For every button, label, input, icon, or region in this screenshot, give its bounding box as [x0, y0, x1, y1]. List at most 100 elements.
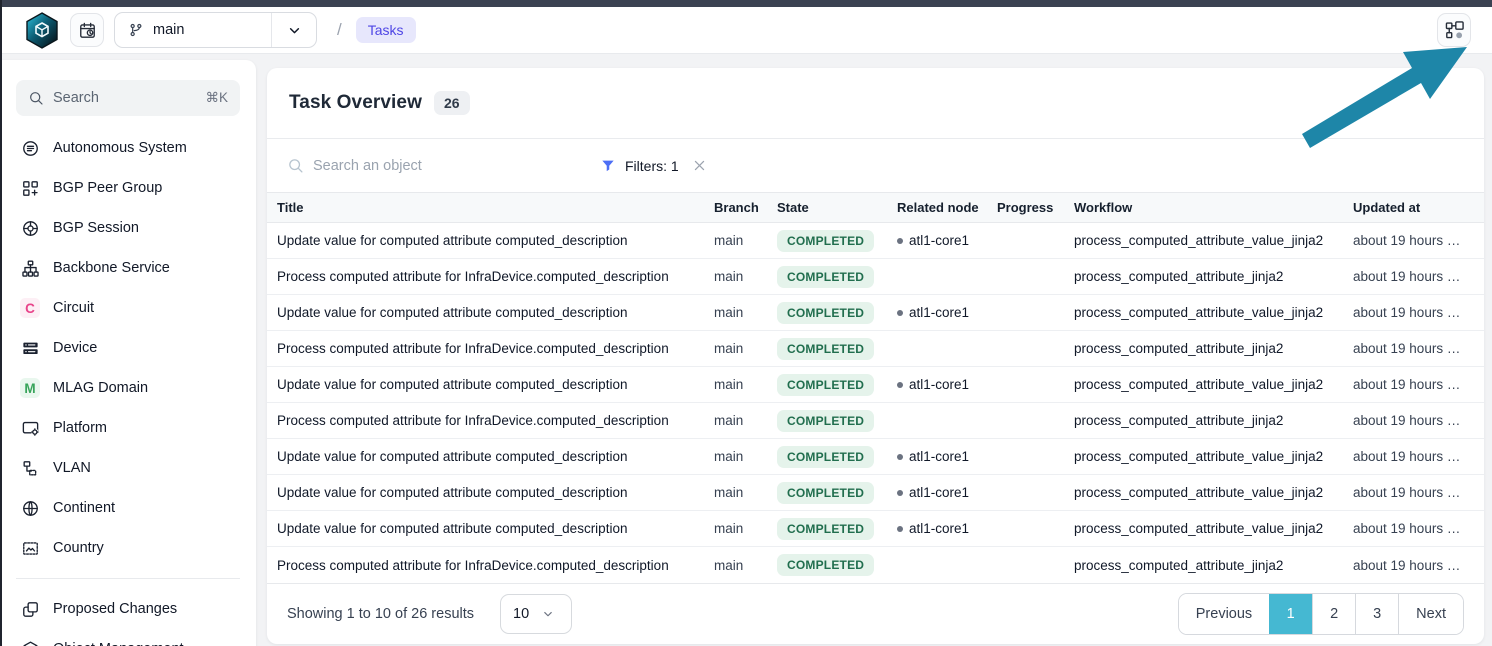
updated-at-cell: about 19 hours ago [1353, 449, 1474, 464]
sidebar-item-country[interactable]: Country [0, 528, 256, 568]
state-cell: COMPLETED [777, 482, 897, 504]
app-logo-icon[interactable] [24, 11, 60, 49]
vlan-icon [20, 458, 40, 478]
sidebar-item-object-management[interactable]: Object Management [0, 629, 256, 646]
column-header-progress: Progress [997, 200, 1074, 215]
page-button-1[interactable]: 1 [1269, 594, 1312, 634]
page-size-select[interactable]: 10 [500, 594, 572, 634]
branch-selector[interactable]: main [114, 12, 317, 48]
country-icon [20, 538, 40, 558]
state-cell: COMPLETED [777, 446, 897, 468]
state-badge: COMPLETED [777, 518, 874, 540]
table-row[interactable]: Process computed attribute for InfraDevi… [267, 331, 1484, 367]
state-cell: COMPLETED [777, 374, 897, 396]
related-node-cell: atl1-core1 [897, 521, 997, 536]
filters-count-label[interactable]: Filters: 1 [625, 158, 679, 174]
workflow-cell: process_computed_attribute_jinja2 [1074, 413, 1353, 428]
branch-cell: main [714, 413, 777, 428]
breadcrumb-tasks-link[interactable]: Tasks [356, 17, 416, 43]
sidebar-item-proposed-changes[interactable]: Proposed Changes [0, 589, 256, 629]
branch-cell: main [714, 449, 777, 464]
table-row[interactable]: Process computed attribute for InfraDevi… [267, 259, 1484, 295]
state-cell: COMPLETED [777, 338, 897, 360]
workflow-cell: process_computed_attribute_value_jinja2 [1074, 449, 1353, 464]
sidebar-item-continent[interactable]: Continent [0, 488, 256, 528]
time-travel-calendar-button[interactable] [70, 13, 104, 47]
branch-cell: main [714, 558, 777, 573]
table-row[interactable]: Update value for computed attribute comp… [267, 439, 1484, 475]
search-icon [287, 157, 304, 174]
column-header-branch: Branch [714, 200, 777, 215]
next-page-button[interactable]: Next [1398, 594, 1463, 634]
sidebar-item-circuit[interactable]: CCircuit [0, 288, 256, 328]
page-button-2[interactable]: 2 [1312, 594, 1355, 634]
chevron-down-icon [286, 22, 303, 39]
table-row[interactable]: Update value for computed attribute comp… [267, 295, 1484, 331]
object-search-input[interactable] [313, 158, 483, 174]
task-title-cell: Update value for computed attribute comp… [277, 305, 714, 320]
sidebar-item-bgp-session[interactable]: BGP Session [0, 208, 256, 248]
sidebar-item-label: Object Management [53, 641, 184, 646]
backbone-service-icon [20, 258, 40, 278]
node-kind-dot-icon [897, 454, 903, 460]
schema-icon [1444, 20, 1465, 41]
table-row[interactable]: Update value for computed attribute comp… [267, 367, 1484, 403]
sidebar-item-backbone-service[interactable]: Backbone Service [0, 248, 256, 288]
sidebar-item-label: Platform [53, 420, 107, 436]
table-row[interactable]: Update value for computed attribute comp… [267, 223, 1484, 259]
sidebar-item-platform[interactable]: Platform [0, 408, 256, 448]
branch-cell: main [714, 341, 777, 356]
sidebar-item-label: VLAN [53, 460, 91, 476]
workflow-cell: process_computed_attribute_value_jinja2 [1074, 305, 1353, 320]
table-row[interactable]: Process computed attribute for InfraDevi… [267, 547, 1484, 583]
branch-dropdown-toggle[interactable] [271, 13, 316, 47]
results-summary: Showing 1 to 10 of 26 results [287, 606, 474, 622]
sidebar-nav: Autonomous System BGP Peer GroupBGP Sessi… [0, 128, 256, 568]
branch-name: main [153, 22, 184, 38]
search-icon [28, 90, 44, 106]
sidebar-item-bgp-peer-group[interactable]: BGP Peer Group [0, 168, 256, 208]
table-row[interactable]: Update value for computed attribute comp… [267, 475, 1484, 511]
table-header-row: Title Branch State Related node Progress… [267, 192, 1484, 223]
column-header-workflow: Workflow [1074, 200, 1353, 215]
schema-visualizer-button[interactable] [1437, 13, 1471, 47]
sidebar-item-autonomous-system[interactable]: Autonomous System [0, 128, 256, 168]
sidebar-item-label: Country [53, 540, 104, 556]
bgp-session-icon [20, 218, 40, 238]
sidebar-item-label: Backbone Service [53, 260, 170, 276]
branch-cell: main [714, 269, 777, 284]
sidebar-item-label: Device [53, 340, 97, 356]
sidebar-item-vlan[interactable]: VLAN [0, 448, 256, 488]
bgp-peer-group-icon [20, 178, 40, 198]
filters-group[interactable]: Filters: 1 [600, 158, 707, 174]
chevron-down-icon [541, 607, 555, 621]
table-row[interactable]: Process computed attribute for InfraDevi… [267, 403, 1484, 439]
sidebar-search[interactable]: Search ⌘K [16, 80, 240, 116]
object-search[interactable] [287, 157, 502, 174]
sidebar-item-label: Autonomous System [53, 140, 187, 156]
sidebar-item-label: Proposed Changes [53, 601, 177, 617]
previous-page-button[interactable]: Previous [1179, 594, 1269, 634]
branch-cell: main [714, 305, 777, 320]
updated-at-cell: about 19 hours ago [1353, 413, 1474, 428]
window-left-edge [0, 0, 2, 646]
table-body: Update value for computed attribute comp… [267, 223, 1484, 583]
updated-at-cell: about 19 hours ago [1353, 485, 1474, 500]
branch-cell: main [714, 485, 777, 500]
state-badge: COMPLETED [777, 446, 874, 468]
workflow-cell: process_computed_attribute_jinja2 [1074, 269, 1353, 284]
task-count-badge: 26 [434, 91, 470, 115]
sidebar-item-device[interactable]: Device [0, 328, 256, 368]
proposed-changes-icon [20, 599, 40, 619]
sidebar-divider [16, 578, 240, 579]
page-button-3[interactable]: 3 [1355, 594, 1398, 634]
clear-filters-icon[interactable] [692, 158, 707, 173]
branch-selector-value[interactable]: main [115, 13, 271, 47]
table-row[interactable]: Update value for computed attribute comp… [267, 511, 1484, 547]
circuit-letter-icon: C [20, 298, 40, 318]
sidebar-item-label: Continent [53, 500, 115, 516]
sidebar-item-mlag-domain[interactable]: MMLAG Domain [0, 368, 256, 408]
sidebar-search-shortcut: ⌘K [205, 90, 228, 106]
node-kind-dot-icon [897, 490, 903, 496]
page-content: Search ⌘K Autonomous System BGP Peer Grou… [0, 54, 1492, 646]
